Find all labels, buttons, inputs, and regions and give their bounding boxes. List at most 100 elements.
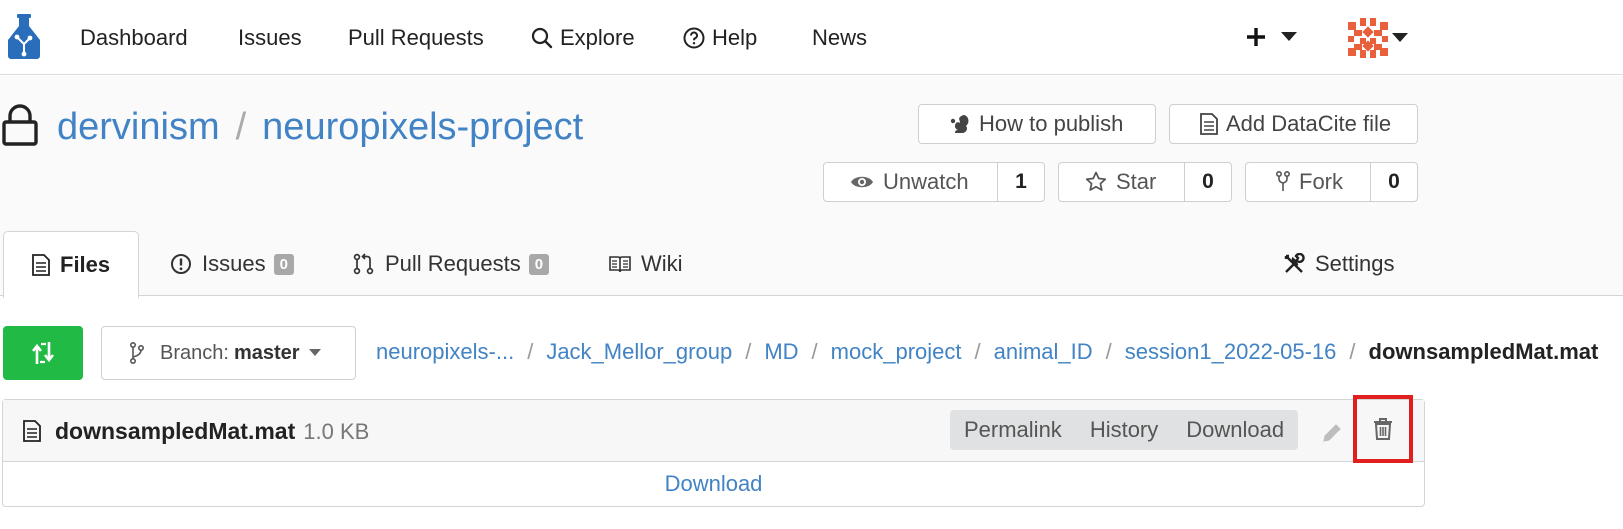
breadcrumb-separator: / bbox=[527, 339, 534, 364]
fork-count[interactable]: 0 bbox=[1371, 163, 1417, 201]
star-count[interactable]: 0 bbox=[1185, 163, 1231, 201]
nav-pull-requests[interactable]: Pull Requests bbox=[348, 22, 484, 54]
file-actions-group: Permalink History Download bbox=[950, 410, 1299, 450]
repo-name-link[interactable]: neuropixels-project bbox=[262, 106, 583, 149]
plus-icon bbox=[1245, 26, 1267, 48]
issue-icon bbox=[170, 253, 202, 275]
fork-label: Fork bbox=[1299, 169, 1343, 194]
delete-file-button[interactable] bbox=[1353, 395, 1413, 463]
nav-help[interactable]: Help bbox=[683, 22, 757, 54]
star-icon bbox=[1085, 171, 1116, 193]
nav-news-label: News bbox=[812, 25, 868, 50]
caret-down-icon bbox=[308, 349, 337, 357]
file-text-icon bbox=[23, 420, 41, 442]
star-button-group: Star 0 bbox=[1058, 162, 1232, 202]
file-body: Download bbox=[3, 462, 1424, 506]
sync-icon bbox=[31, 340, 55, 366]
breadcrumb-link[interactable]: mock_project bbox=[831, 339, 962, 365]
repo-title-separator: / bbox=[235, 106, 247, 148]
branch-prefix: Branch: bbox=[160, 341, 229, 364]
add-datacite-button[interactable]: Add DataCite file bbox=[1169, 104, 1418, 144]
nav-explore-label: Explore bbox=[560, 25, 635, 50]
pull-requests-count-badge: 0 bbox=[528, 253, 550, 275]
repo-header: dervinism / neuropixels-project How to p… bbox=[0, 76, 1623, 298]
trash-icon bbox=[1373, 417, 1393, 441]
branch-name: master bbox=[233, 341, 300, 364]
file-name: downsampledMat.mat bbox=[55, 418, 296, 444]
tab-settings-label: Settings bbox=[1315, 251, 1395, 276]
pencil-icon[interactable] bbox=[1321, 422, 1343, 444]
star-label: Star bbox=[1116, 169, 1157, 194]
tab-files[interactable]: Files bbox=[3, 231, 139, 298]
search-icon bbox=[531, 27, 560, 49]
gin-logo-icon[interactable] bbox=[6, 14, 42, 60]
tab-files-label: Files bbox=[60, 252, 111, 277]
breadcrumb: neuropixels-... / Jack_Mellor_group / MD… bbox=[376, 339, 1598, 365]
breadcrumb-link[interactable]: neuropixels-... bbox=[376, 339, 514, 365]
caret-down-icon bbox=[1392, 33, 1408, 43]
user-menu-dropdown[interactable] bbox=[1348, 16, 1412, 60]
breadcrumb-current: downsampledMat.mat bbox=[1368, 339, 1599, 364]
file-view: downsampledMat.mat 1.0 KB Permalink Histo… bbox=[2, 395, 1425, 507]
fork-icon bbox=[1276, 171, 1299, 193]
help-icon bbox=[683, 27, 712, 49]
file-text-icon bbox=[1200, 113, 1226, 135]
file-header: downsampledMat.mat 1.0 KB Permalink Histo… bbox=[3, 395, 1424, 463]
nav-dashboard-label: Dashboard bbox=[80, 25, 188, 50]
file-text-icon bbox=[32, 254, 60, 276]
eye-icon bbox=[850, 174, 883, 190]
permalink-button[interactable]: Permalink bbox=[950, 417, 1076, 443]
breadcrumb-separator: / bbox=[1349, 339, 1356, 364]
tab-issues[interactable]: Issues 0 bbox=[170, 231, 294, 297]
how-to-publish-label: How to publish bbox=[979, 111, 1124, 136]
nav-issues[interactable]: Issues bbox=[238, 22, 302, 54]
compare-sync-button[interactable] bbox=[3, 326, 83, 380]
branch-icon bbox=[130, 342, 160, 364]
breadcrumb-separator: / bbox=[811, 339, 818, 364]
file-download-link[interactable]: Download bbox=[665, 471, 763, 497]
file-title: downsampledMat.mat 1.0 KB bbox=[55, 418, 369, 445]
file-size: 1.0 KB bbox=[303, 419, 370, 444]
nav-help-label: Help bbox=[712, 25, 758, 50]
fork-button-group: Fork 0 bbox=[1245, 162, 1418, 202]
caret-down-icon bbox=[1281, 32, 1297, 42]
squirrel-icon bbox=[949, 113, 979, 135]
breadcrumb-link[interactable]: MD bbox=[764, 339, 798, 365]
star-button[interactable]: Star bbox=[1059, 163, 1185, 201]
breadcrumb-separator: / bbox=[745, 339, 752, 364]
tab-wiki-label: Wiki bbox=[641, 251, 683, 276]
avatar bbox=[1348, 18, 1388, 58]
breadcrumb-link[interactable]: session1_2022-05-16 bbox=[1125, 339, 1337, 365]
book-icon bbox=[609, 255, 641, 273]
watch-count[interactable]: 1 bbox=[998, 163, 1044, 201]
pull-request-icon bbox=[353, 253, 385, 275]
fork-button[interactable]: Fork bbox=[1246, 163, 1371, 201]
history-button[interactable]: History bbox=[1076, 417, 1172, 443]
create-new-dropdown[interactable] bbox=[1245, 20, 1305, 54]
tab-wiki[interactable]: Wiki bbox=[609, 231, 683, 297]
tab-pull-requests[interactable]: Pull Requests 0 bbox=[353, 231, 550, 297]
nav-dashboard[interactable]: Dashboard bbox=[80, 22, 188, 54]
tab-issues-label: Issues bbox=[202, 251, 266, 276]
top-navbar: Dashboard Issues Pull Requests Explore H… bbox=[0, 0, 1623, 75]
nav-explore[interactable]: Explore bbox=[531, 22, 635, 54]
unwatch-button[interactable]: Unwatch bbox=[824, 163, 998, 201]
add-datacite-label: Add DataCite file bbox=[1226, 111, 1392, 136]
nav-news[interactable]: News bbox=[812, 22, 867, 54]
issues-count-badge: 0 bbox=[273, 253, 294, 275]
repo-title: dervinism / neuropixels-project bbox=[57, 106, 583, 149]
breadcrumb-link[interactable]: Jack_Mellor_group bbox=[546, 339, 732, 365]
repo-owner-link[interactable]: dervinism bbox=[57, 106, 220, 149]
tab-pull-requests-label: Pull Requests bbox=[385, 251, 521, 276]
breadcrumb-separator: / bbox=[974, 339, 981, 364]
branch-dropdown[interactable]: Branch: master bbox=[101, 326, 356, 380]
breadcrumb-link[interactable]: animal_ID bbox=[994, 339, 1093, 365]
watch-button-group: Unwatch 1 bbox=[823, 162, 1045, 202]
nav-pull-requests-label: Pull Requests bbox=[348, 25, 484, 50]
unwatch-label: Unwatch bbox=[883, 169, 969, 194]
tab-settings[interactable]: Settings bbox=[1283, 231, 1395, 297]
how-to-publish-button[interactable]: How to publish bbox=[918, 104, 1156, 144]
tools-icon bbox=[1283, 253, 1315, 275]
lock-icon bbox=[2, 104, 38, 146]
download-button[interactable]: Download bbox=[1172, 417, 1298, 443]
